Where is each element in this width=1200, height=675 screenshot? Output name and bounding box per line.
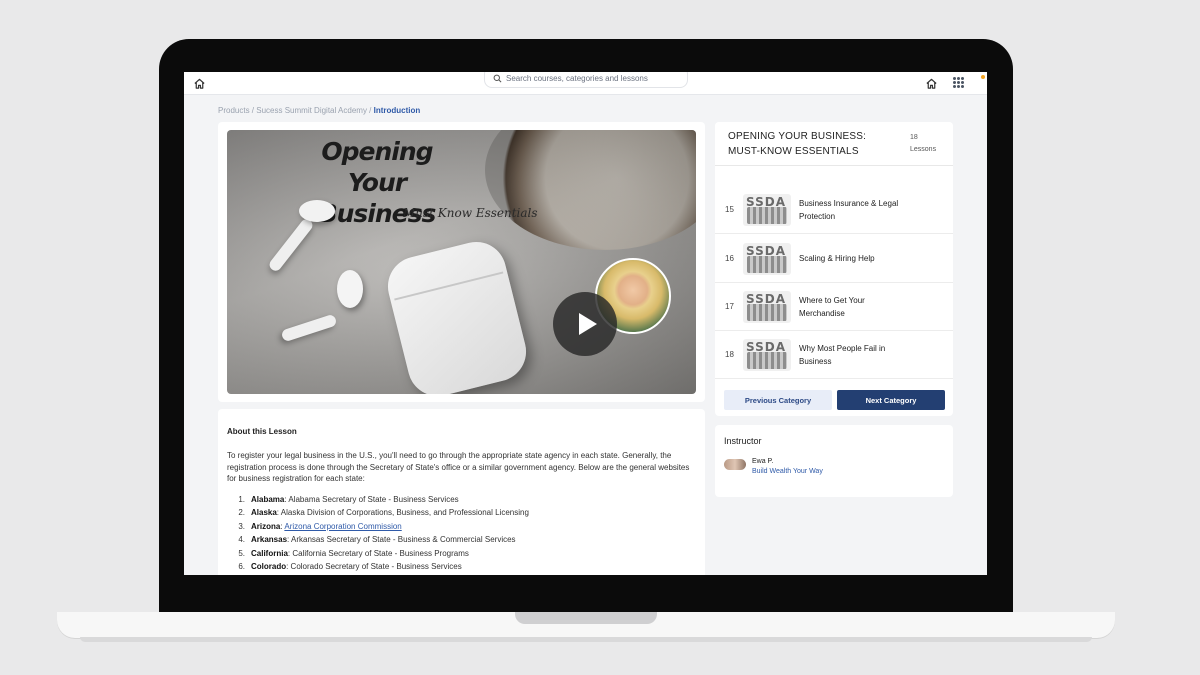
- lesson-row-15[interactable]: 15 SSDA Business Insurance & Legal Prote…: [715, 186, 953, 234]
- home-icon[interactable]: [925, 77, 938, 90]
- arizona-link[interactable]: Arizona Corporation Commission: [284, 522, 401, 531]
- instructor-card: Instructor Ewa P. Build Wealth Your Way: [715, 425, 953, 497]
- course-title: OPENING YOUR BUSINESS: MUST-KNOW ESSENTI…: [728, 131, 867, 157]
- about-title: About this Lesson: [227, 427, 297, 436]
- lesson-number: 16: [725, 254, 734, 263]
- lesson-number: 18: [725, 350, 734, 359]
- list-item: 2. Alaska: Alaska Division of Corporation…: [238, 508, 529, 517]
- laptop-base-shadow: [80, 637, 1092, 642]
- lesson-name: Business Insurance & Legal Protection: [799, 198, 899, 221]
- instructor-title: Instructor: [724, 436, 762, 446]
- category-nav: Previous Category Next Category: [724, 390, 946, 410]
- laptop-notch: [515, 612, 657, 624]
- list-item: 1. Alabama: Alabama Secretary of State - …: [238, 494, 459, 504]
- avatar[interactable]: [724, 459, 746, 470]
- play-icon: [578, 313, 597, 335]
- list-item: 5. California: California Secretary of St…: [238, 548, 469, 558]
- breadcrumb-products[interactable]: Products: [218, 106, 250, 115]
- search-icon: [493, 74, 502, 83]
- breadcrumb-academy[interactable]: Sucess Summit Digital Acdemy: [256, 106, 367, 115]
- lesson-count: 18 Lessons: [910, 132, 936, 156]
- lesson-number: 15: [725, 205, 734, 214]
- lesson-row-16[interactable]: 16 SSDA Scaling & Hiring Help: [715, 235, 953, 283]
- lesson-thumbnail: SSDA: [743, 338, 791, 371]
- lesson-count-number: 18: [910, 134, 918, 141]
- lesson-name: Scaling & Hiring Help: [799, 254, 875, 263]
- notification-dot: [981, 75, 985, 79]
- list-item: 3. Arizona: Arizona Corporation Commissio…: [238, 521, 402, 531]
- lesson-row-18[interactable]: 18 SSDA Why Most People Fail in Business: [715, 331, 953, 379]
- breadcrumb-current: Introduction: [373, 106, 421, 115]
- breadcrumb-separator: /: [366, 106, 374, 115]
- breadcrumb: Products / Sucess Summit Digital Acdemy …: [218, 106, 420, 115]
- about-lesson-card: About this Lesson To register your legal…: [218, 409, 705, 575]
- video-player[interactable]: Opening Your Business Must Know Essentia…: [227, 130, 696, 394]
- instructor-row: Ewa P. Build Wealth Your Way: [724, 457, 944, 477]
- about-paragraph: To register your legal business in the U…: [227, 451, 690, 483]
- lesson-thumbnail: SSDA: [743, 290, 791, 323]
- lesson-name: Why Most People Fail in Business: [799, 343, 886, 366]
- earbud-image: [337, 270, 363, 308]
- screen: Products / Sucess Summit Digital Acdemy …: [184, 72, 987, 575]
- apps-grid-icon[interactable]: [953, 77, 964, 88]
- video-title-line1: Opening: [321, 137, 433, 166]
- lesson-count-label: Lessons: [910, 146, 937, 153]
- instructor-name: Ewa P.: [752, 458, 774, 465]
- lesson-number: 17: [725, 302, 734, 311]
- list-item: 4. Arkansas: Arkansas Secretary of State …: [238, 535, 516, 544]
- search-box[interactable]: [484, 72, 688, 88]
- instructor-link[interactable]: Build Wealth Your Way: [752, 467, 823, 477]
- lessons-header: OPENING YOUR BUSINESS: MUST-KNOW ESSENTI…: [715, 122, 953, 166]
- next-category-button[interactable]: Next Category: [837, 390, 945, 410]
- previous-category-button[interactable]: Previous Category: [724, 390, 832, 410]
- state-list: 1. Alabama: Alabama Secretary of State - …: [227, 493, 696, 574]
- video-card: Opening Your Business Must Know Essentia…: [218, 122, 705, 402]
- lesson-row-17[interactable]: 17 SSDA Where to Get Your Merchandise: [715, 283, 953, 331]
- lesson-thumbnail: SSDA: [743, 242, 791, 275]
- lessons-panel: OPENING YOUR BUSINESS: MUST-KNOW ESSENTI…: [715, 122, 953, 416]
- video-subtitle: Must Know Essentials: [403, 206, 538, 220]
- lesson-thumbnail: SSDA: [743, 193, 791, 226]
- list-item: 6. Colorado: Colorado Secretary of State …: [238, 562, 462, 571]
- earbud-image: [299, 200, 335, 222]
- home-icon[interactable]: [193, 77, 206, 90]
- top-bar: [184, 72, 987, 95]
- lesson-name: Where to Get Your Merchandise: [799, 295, 865, 318]
- search-input[interactable]: [506, 72, 686, 83]
- play-button[interactable]: [553, 292, 617, 356]
